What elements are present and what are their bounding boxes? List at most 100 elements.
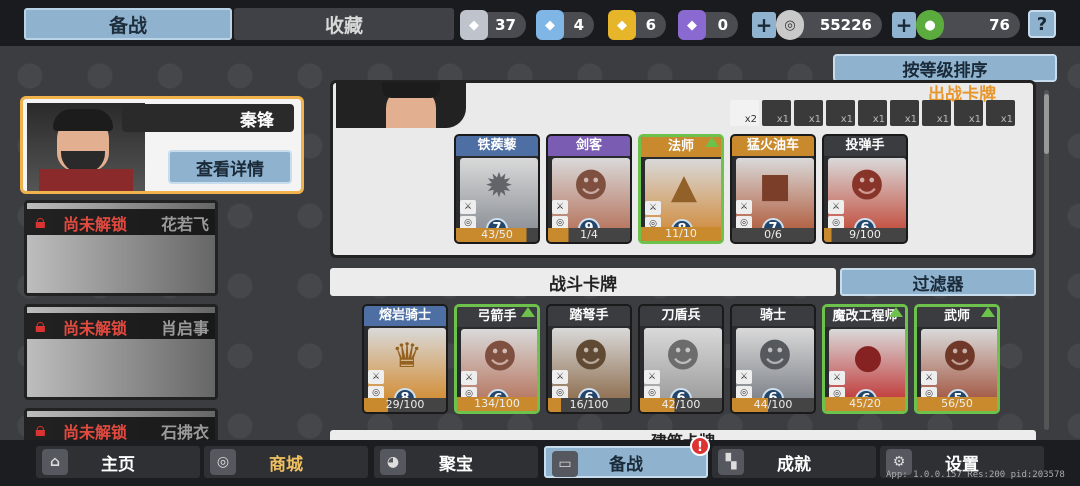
- card-progress: 11/10: [641, 227, 721, 241]
- tab-prep[interactable]: 备战: [24, 8, 232, 40]
- card-skill-icon: ⚔: [552, 370, 568, 384]
- deck-slot: x1: [858, 100, 887, 126]
- card-name: 骑士: [732, 306, 814, 326]
- locked-label: 尚未解锁: [63, 319, 128, 338]
- card-skill-icon: ⚔: [736, 200, 752, 214]
- unit-card[interactable]: 刀盾兵☻⚔◎642/100: [638, 304, 724, 414]
- lock-icon: 🔒︎: [35, 313, 46, 337]
- deck-slot: x1: [954, 100, 983, 126]
- purple-card-icon: ◆: [678, 10, 706, 40]
- nav-label: 商城: [269, 454, 303, 475]
- help-button[interactable]: ?: [1028, 10, 1056, 38]
- coins-value: 55226: [819, 16, 872, 34]
- nav-label: 聚宝: [439, 454, 473, 475]
- hero-banner-portrait: [336, 82, 466, 128]
- locked-hero-card[interactable]: 🔒︎ 尚未解锁 肖启事: [24, 304, 218, 400]
- treasure-bowl-icon: ◕: [380, 449, 406, 475]
- add-coins-button[interactable]: +: [752, 12, 776, 38]
- add-gems-button[interactable]: +: [892, 12, 916, 38]
- card-progress: 43/50: [456, 228, 538, 242]
- card-name: 熔岩骑士: [364, 306, 446, 326]
- battle-cards-header: 战斗卡牌: [330, 268, 836, 296]
- upgrade-arrow-icon: [521, 307, 535, 317]
- card-name: 铁蒺藜: [456, 136, 538, 156]
- nav-button[interactable]: ◎ 商城: [204, 446, 368, 478]
- resource-gold: ◆ 6: [608, 10, 666, 40]
- unit-card[interactable]: 熔岩骑士♛⚔◎829/100: [362, 304, 448, 414]
- sort-by-level-button[interactable]: 按等级排序: [833, 54, 1057, 82]
- resource-blue: ◆ 4: [536, 10, 594, 40]
- card-skill-icon: ⚔: [460, 200, 476, 214]
- card-progress: 45/20: [825, 397, 905, 411]
- card-progress: 16/100: [548, 398, 630, 412]
- nav-label: 备战: [609, 454, 643, 475]
- card-skill-icon: ⚔: [552, 200, 568, 214]
- view-details-button[interactable]: 查看详情: [168, 150, 292, 184]
- locked-hero-card[interactable]: 🔒︎ 尚未解锁 花若飞: [24, 200, 218, 296]
- upgrade-arrow-icon: [705, 137, 719, 147]
- nav-prep-button[interactable]: ▭ 备战: [544, 446, 708, 478]
- silver-card-icon: ◆: [460, 10, 488, 40]
- notification-badge: !: [690, 436, 710, 456]
- nav-label: 主页: [101, 454, 135, 475]
- card-skill-icon: ⚔: [644, 370, 660, 384]
- unit-card[interactable]: 魔改工程师●⚔◎645/20: [822, 304, 908, 414]
- hero-name: 秦锋: [240, 111, 274, 131]
- version-text: App: 1.0.0.157 Res:200 pid:203578: [886, 470, 1065, 480]
- card-progress: 29/100: [364, 398, 446, 412]
- gems-display: ● 76: [916, 10, 1020, 40]
- unit-card[interactable]: 铁蒺藜✹⚔◎743/50: [454, 134, 540, 244]
- cards-icon: ▭: [552, 451, 578, 477]
- card-skill-icon: ⚔: [368, 370, 384, 384]
- card-name: 猛火油车: [732, 136, 814, 156]
- tab-favorites[interactable]: 收藏: [234, 8, 454, 40]
- nav-button[interactable]: ◕ 聚宝: [374, 446, 538, 478]
- nav-button[interactable]: ▚ 成就: [712, 446, 876, 478]
- unit-card[interactable]: 剑客☻⚔◎91/4: [546, 134, 632, 244]
- gem-icon: ●: [916, 10, 944, 40]
- card-progress: 56/50: [917, 397, 997, 411]
- gold-card-icon: ◆: [608, 10, 636, 40]
- card-skill-icon: ⚔: [461, 371, 477, 385]
- deck-slot: x1: [890, 100, 919, 126]
- lock-icon: 🔒︎: [35, 209, 46, 233]
- coins-icon: ◎: [210, 449, 236, 475]
- achievements-icon: ▚: [718, 449, 744, 475]
- unit-card[interactable]: 猛火油车■⚔◎70/6: [730, 134, 816, 244]
- deck-slot: x2: [730, 100, 759, 126]
- upgrade-arrow-icon: [981, 307, 995, 317]
- unit-card[interactable]: 弓箭手☻⚔◎6134/100: [454, 304, 540, 414]
- scrollbar-thumb[interactable]: [1044, 94, 1049, 154]
- card-progress: 44/100: [732, 398, 814, 412]
- unit-card[interactable]: 法师▲⚔◎811/10: [638, 134, 724, 244]
- deck-slot: x1: [826, 100, 855, 126]
- card-skill-icon: ⚔: [828, 200, 844, 214]
- resource-value: 0: [717, 16, 728, 34]
- resource-value: 6: [645, 16, 656, 34]
- resource-silver: ◆ 37: [460, 10, 526, 40]
- deck-slot-row: x2 x1 x1 x1 x1 x1 x1 x1 x1: [730, 100, 1015, 126]
- unit-card[interactable]: 骑士☻⚔◎644/100: [730, 304, 816, 414]
- deck-slot: x1: [922, 100, 951, 126]
- deck-slot: x1: [986, 100, 1015, 126]
- card-name: 踏弩手: [548, 306, 630, 326]
- coins-display: ◎ 55226: [776, 10, 882, 40]
- unit-card[interactable]: 踏弩手☻⚔◎616/100: [546, 304, 632, 414]
- locked-label: 尚未解锁: [63, 215, 128, 234]
- card-skill-icon: ⚔: [645, 201, 661, 215]
- card-progress: 1/4: [548, 228, 630, 242]
- card-progress: 0/6: [732, 228, 814, 242]
- card-name: 投弹手: [824, 136, 906, 156]
- nav-label: 成就: [777, 454, 811, 475]
- card-skill-icon: ⚔: [921, 371, 937, 385]
- card-skill-icon: ⚔: [829, 371, 845, 385]
- card-name: 刀盾兵: [640, 306, 722, 326]
- nav-button[interactable]: ⌂ 主页: [36, 446, 200, 478]
- locked-hero-name: 花若飞: [160, 215, 209, 234]
- locked-hero-name: 肖启事: [160, 319, 209, 338]
- filter-button[interactable]: 过滤器: [840, 268, 1036, 296]
- card-progress: 9/100: [824, 228, 906, 242]
- unit-card[interactable]: 武师☻⚔◎556/50: [914, 304, 1000, 414]
- unit-card[interactable]: 投弹手☻⚔◎69/100: [822, 134, 908, 244]
- card-name: 剑客: [548, 136, 630, 156]
